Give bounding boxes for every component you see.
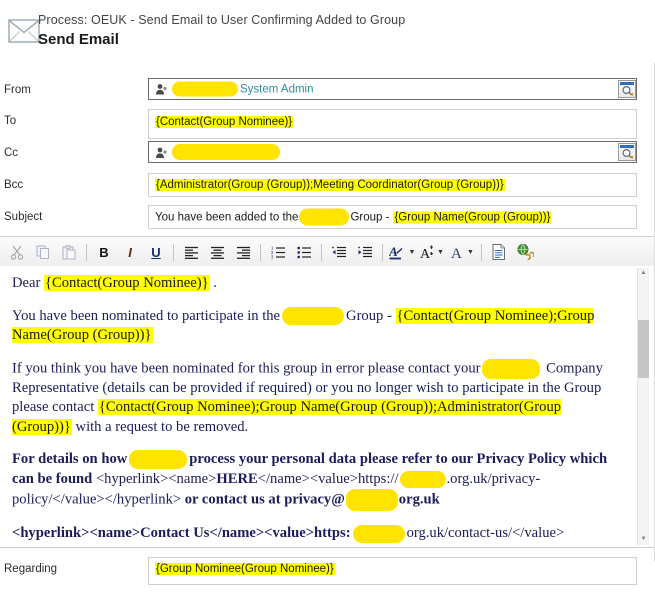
redaction-blob-cc (172, 144, 280, 160)
p2-pre: You have been nominated to participate i… (12, 307, 281, 324)
svg-text:3: 3 (271, 254, 274, 258)
numbered-list-icon[interactable]: 1 2 3 (265, 240, 291, 264)
p4-pre: For details on how (12, 451, 128, 467)
align-left-icon[interactable] (178, 240, 204, 264)
contact-person-icon (155, 83, 168, 96)
bcc-value: {Administrator(Group (Group));Meeting Co… (155, 179, 505, 191)
from-label: From (4, 84, 31, 96)
p1-pre: Dear (12, 275, 45, 291)
redaction-blob-from (172, 81, 238, 97)
chevron-down-icon: ▼ (437, 248, 444, 256)
p5-pre: <hyperlink><name>Contact Us</name><value… (12, 525, 351, 541)
redaction-blob-body-4 (399, 470, 446, 488)
body-paragraph-1: Dear {Contact(Group Nominee)} . (12, 274, 612, 294)
to-label: To (4, 115, 17, 127)
redaction-blob-body-5 (345, 489, 398, 511)
regarding-label: Regarding (4, 563, 58, 575)
insert-template-icon[interactable] (486, 240, 512, 264)
p1-post: . (209, 275, 217, 291)
p4-post: or contact us at privacy@ (181, 491, 345, 508)
align-right-icon[interactable] (230, 240, 256, 264)
body-paragraph-2: You have been nominated to participate i… (12, 307, 612, 346)
body-scrollbar[interactable]: ▲ ▼ (637, 268, 649, 545)
email-body-editor[interactable]: Dear {Contact(Group Nominee)} . You have… (0, 266, 655, 548)
subject-token: {Group Name(Group (Group))} (393, 211, 552, 223)
scrollbar-thumb[interactable] (638, 320, 649, 378)
p4-here-link: HERE (216, 470, 258, 487)
insert-hyperlink-icon[interactable] (512, 240, 538, 264)
subject-prefix: You have been added to the (155, 211, 299, 223)
redaction-blob-body-3 (129, 450, 188, 470)
increase-indent-icon[interactable] (352, 240, 378, 264)
bulleted-list-icon[interactable] (291, 240, 317, 264)
p4-tag1: <hyperlink><name> (95, 470, 217, 487)
subject-label: Subject (4, 211, 43, 223)
subject-input[interactable]: You have been added to the Group - {Grou… (148, 205, 637, 229)
chevron-down-icon: ▼ (408, 248, 416, 256)
body-paragraph-4: For details on how process your personal … (12, 450, 612, 511)
bcc-input[interactable]: {Administrator(Group (Group));Meeting Co… (148, 173, 637, 197)
p4-tag2: </name><value>https:// (257, 470, 399, 487)
regarding-value: {Group Nominee(Group Nominee)} (155, 563, 335, 575)
redaction-blob-body-2 (482, 358, 541, 379)
subject-mid: Group - (350, 211, 390, 223)
regarding-input[interactable]: {Group Nominee(Group Nominee)} (148, 557, 637, 585)
copy-icon[interactable] (30, 240, 56, 264)
email-body-content: Dear {Contact(Group Nominee)} . You have… (12, 274, 612, 547)
font-face-icon[interactable]: A ▼ (447, 240, 477, 264)
page-title: Send Email (38, 31, 119, 48)
p3-pre: If you think you have been nominated for… (12, 359, 481, 376)
from-input[interactable]: System Admin (148, 78, 637, 100)
p3-post: with a request to be removed. (71, 418, 249, 435)
decrease-indent-icon[interactable] (326, 240, 352, 264)
redaction-blob-body-1 (282, 307, 345, 326)
font-size-icon[interactable]: A ▼ (417, 240, 447, 264)
cut-icon[interactable] (4, 240, 30, 264)
process-subtitle: Process: OEUK - Send Email to User Confi… (38, 13, 406, 27)
to-input[interactable]: {Contact(Group Nominee)} (148, 109, 637, 139)
redaction-blob-subject (299, 208, 350, 226)
body-paragraph-3: If you think you have been nominated for… (12, 358, 612, 438)
bcc-label: Bcc (4, 179, 24, 191)
from-value: System Admin (240, 83, 314, 95)
form-header: Process: OEUK - Send Email to User Confi… (0, 0, 655, 62)
cc-lookup-button[interactable] (618, 143, 636, 161)
cc-input[interactable] (148, 141, 637, 163)
p4-end: org.uk (398, 491, 440, 508)
italic-button[interactable]: I (117, 240, 143, 264)
scroll-down-arrow-icon[interactable]: ▼ (638, 534, 649, 545)
bold-button[interactable]: B (91, 240, 117, 264)
scroll-up-arrow-icon[interactable]: ▲ (638, 268, 649, 279)
p1-token: {Contact(Group Nominee)} (44, 275, 210, 291)
align-center-icon[interactable] (204, 240, 230, 264)
send-email-workflow-form: Process: OEUK - Send Email to User Confi… (0, 0, 655, 600)
svg-text:A: A (420, 247, 431, 260)
p2-mid: Group - (346, 307, 392, 324)
from-lookup-button[interactable] (618, 80, 636, 98)
rich-text-toolbar: B I U 1 2 3 A ▼ A ▼ A ▼ (0, 236, 655, 268)
email-envelope-icon (8, 18, 40, 44)
contact-person-icon (155, 146, 168, 159)
chevron-down-icon: ▼ (467, 248, 474, 256)
font-color-icon[interactable]: A ▼ (387, 240, 417, 264)
svg-text:A: A (451, 246, 462, 260)
paste-icon[interactable] (56, 240, 82, 264)
redaction-blob-body-6 (352, 524, 405, 543)
cc-label: Cc (4, 147, 19, 159)
underline-button[interactable]: U (143, 240, 169, 264)
body-paragraph-5: <hyperlink><name>Contact Us</name><value… (12, 524, 612, 544)
svg-text:A: A (389, 244, 398, 259)
to-value: {Contact(Group Nominee)} (155, 116, 294, 128)
p5-post: org.uk/contact-us/</value> (406, 525, 565, 541)
